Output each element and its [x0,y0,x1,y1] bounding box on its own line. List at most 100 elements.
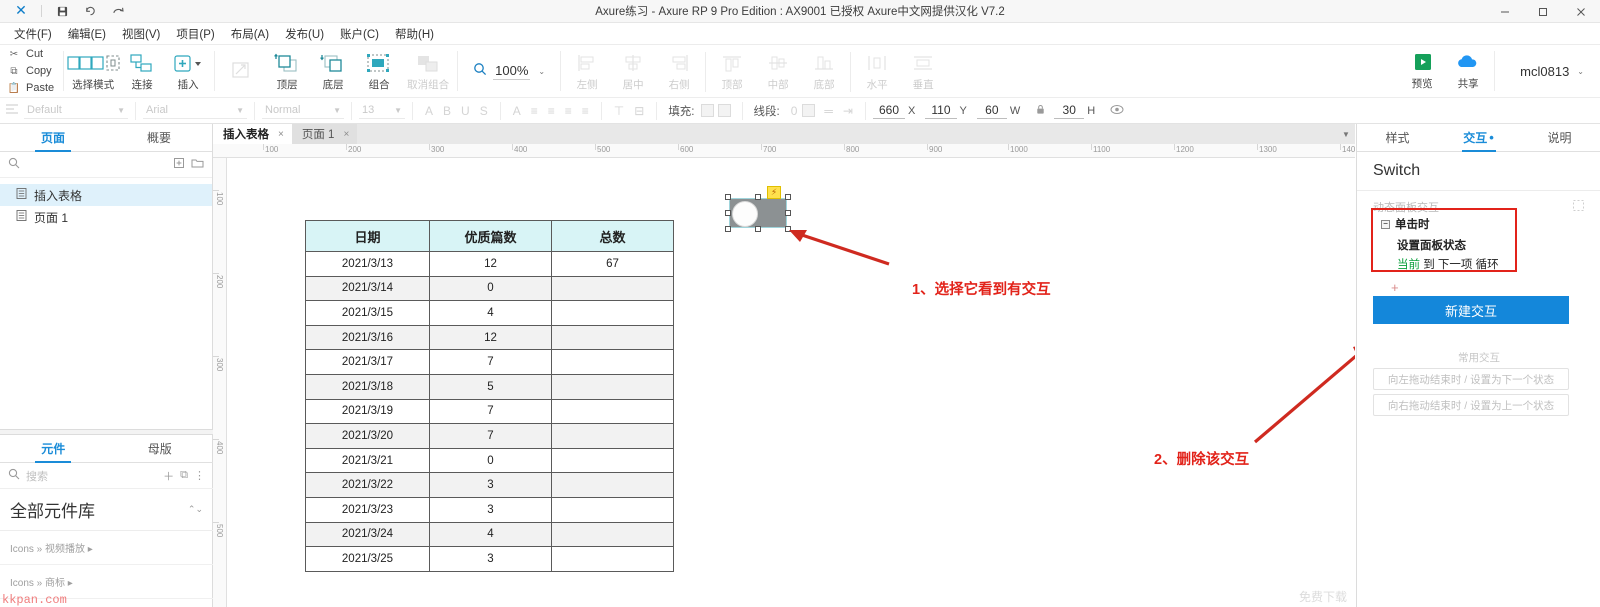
menu-item-account[interactable]: 账户(C) [332,24,387,44]
undo-icon[interactable] [77,1,103,21]
cell-quality[interactable]: 0 [429,275,552,302]
cell-date[interactable]: 2021/3/25 [305,546,430,572]
copy-button[interactable]: ⧉ Copy [8,63,54,79]
line-color-swatch[interactable] [802,104,816,117]
save-icon[interactable] [49,1,75,21]
page-item-page-1[interactable]: 页面 1 [0,206,212,228]
cell-quality[interactable]: 4 [429,300,552,326]
interaction-event-row[interactable]: − 单击时 [1373,210,1515,232]
cell-quality[interactable]: 3 [429,472,552,498]
cell-date[interactable]: 2021/3/20 [305,423,430,449]
cell-quality[interactable]: 12 [429,251,552,277]
cut-button[interactable]: ✂ Cut [8,46,54,62]
menu-item-help[interactable]: 帮助(H) [387,24,442,44]
menu-item-view[interactable]: 视图(V) [114,24,168,44]
cell-quality[interactable]: 7 [429,398,552,425]
zoom-value[interactable]: 100% [493,63,531,80]
maximize-button[interactable] [1524,0,1562,23]
resize-handle-ne[interactable] [785,194,791,200]
library-selector[interactable]: 全部元件库 ⌃⌄ [0,489,213,531]
cell-total[interactable] [551,546,674,572]
duplicate-icon[interactable]: ⧉ [180,469,188,482]
zoom-control[interactable]: 100% ⌄ [461,45,557,97]
insert-button[interactable]: 插入 [165,47,211,97]
cell-quality[interactable]: 0 [429,447,552,474]
cell-quality[interactable]: 7 [429,423,552,449]
tab-outline[interactable]: 概要 [106,124,212,151]
libraries-search-input[interactable]: 搜索 [26,468,157,484]
y-input[interactable]: 110 [925,103,957,119]
w-input[interactable]: 60 [976,103,1007,119]
interaction-target-row[interactable]: 当前 到 下一项 循环 [1373,253,1515,272]
add-interaction-icon[interactable]: + [1391,280,1399,295]
cell-date[interactable]: 2021/3/21 [305,447,430,474]
cell-date[interactable]: 2021/3/22 [305,472,430,498]
cell-date[interactable]: 2021/3/23 [305,496,430,523]
minus-icon[interactable]: − [1381,219,1390,229]
group-button[interactable]: 组合 [356,47,402,97]
send-back-button[interactable]: 底层 [310,47,356,97]
cell-total[interactable] [551,275,674,302]
account-menu[interactable]: mcl0813 ⌄ [1498,64,1584,79]
cell-total[interactable] [551,472,674,498]
close-icon[interactable]: × [343,129,349,140]
cell-total[interactable]: 67 [551,251,674,277]
minimize-button[interactable] [1486,0,1524,23]
menu-item-project[interactable]: 项目(P) [168,24,222,44]
menu-item-publish[interactable]: 发布(U) [277,24,332,44]
menu-item-file[interactable]: 文件(F) [6,24,60,44]
fill-gradient-swatch[interactable] [717,104,731,117]
close-icon[interactable]: × [278,129,284,140]
cell-quality[interactable]: 5 [429,373,552,400]
add-folder-icon[interactable] [191,157,204,172]
font-family-select[interactable]: Arial ▼ [143,102,247,119]
common-interaction-drag-left[interactable]: 向左拖动结束时 / 设置为下一个状态 [1373,368,1569,390]
cell-total[interactable] [551,349,674,375]
resize-handle-s[interactable] [755,226,761,232]
tab-widgets[interactable]: 元件 [0,435,107,462]
tab-notes[interactable]: 说明 [1519,124,1600,151]
cell-total[interactable] [551,300,674,326]
add-page-icon[interactable] [173,157,185,172]
style-preset-select[interactable]: Default ▼ [24,102,128,119]
chevron-down-icon[interactable]: ▼ [1337,124,1355,144]
resize-handle-w[interactable] [725,210,731,216]
tab-pages[interactable]: 页面 [0,124,106,151]
resize-handle-n[interactable] [755,194,761,200]
cell-quality[interactable]: 7 [429,349,552,375]
cell-date[interactable]: 2021/3/15 [305,300,430,326]
bring-front-button[interactable]: 顶层 [264,47,310,97]
tab-masters[interactable]: 母版 [107,435,214,462]
cell-date[interactable]: 2021/3/14 [305,275,430,302]
library-item-video[interactable]: Icons » 视频播放 ▸ [0,531,213,565]
cell-date[interactable]: 2021/3/19 [305,398,430,425]
x-input[interactable]: 660 [872,103,906,119]
expand-icon[interactable] [1573,200,1584,214]
canvas-tab-page-1[interactable]: 页面 1 × [291,124,358,144]
share-button[interactable]: 共享 [1445,46,1491,96]
cell-total[interactable] [551,496,674,523]
redo-icon[interactable] [105,1,131,21]
line-width-value[interactable]: 0 [786,104,803,118]
cell-date[interactable]: 2021/3/18 [305,373,430,400]
font-size-select[interactable]: 13 ▼ [359,102,405,119]
cell-total[interactable] [551,423,674,449]
eye-icon[interactable] [1105,104,1129,118]
design-canvas[interactable]: 日期 优质篇数 总数 2021/3/13 12 67 2021/3/14 0 2021… [227,158,1355,607]
plus-icon[interactable]: ＋ [163,468,174,484]
cell-total[interactable] [551,398,674,425]
preview-button[interactable]: 预览 [1399,46,1445,96]
cell-total[interactable] [551,324,674,351]
common-interaction-drag-right[interactable]: 向右拖动结束时 / 设置为上一个状态 [1373,394,1569,416]
close-button[interactable] [1562,0,1600,23]
cell-date[interactable]: 2021/3/13 [305,251,430,277]
cell-quality[interactable]: 4 [429,521,552,548]
table-widget[interactable]: 日期 优质篇数 总数 2021/3/13 12 67 2021/3/14 0 2021… [305,220,674,572]
resize-handle-sw[interactable] [725,226,731,232]
page-item-insert-table[interactable]: 插入表格 [0,184,212,206]
menu-item-layout[interactable]: 布局(A) [223,24,277,44]
lock-icon[interactable] [1030,104,1051,118]
resize-handle-e[interactable] [785,210,791,216]
cell-total[interactable] [551,373,674,400]
cell-quality[interactable]: 12 [429,324,552,351]
